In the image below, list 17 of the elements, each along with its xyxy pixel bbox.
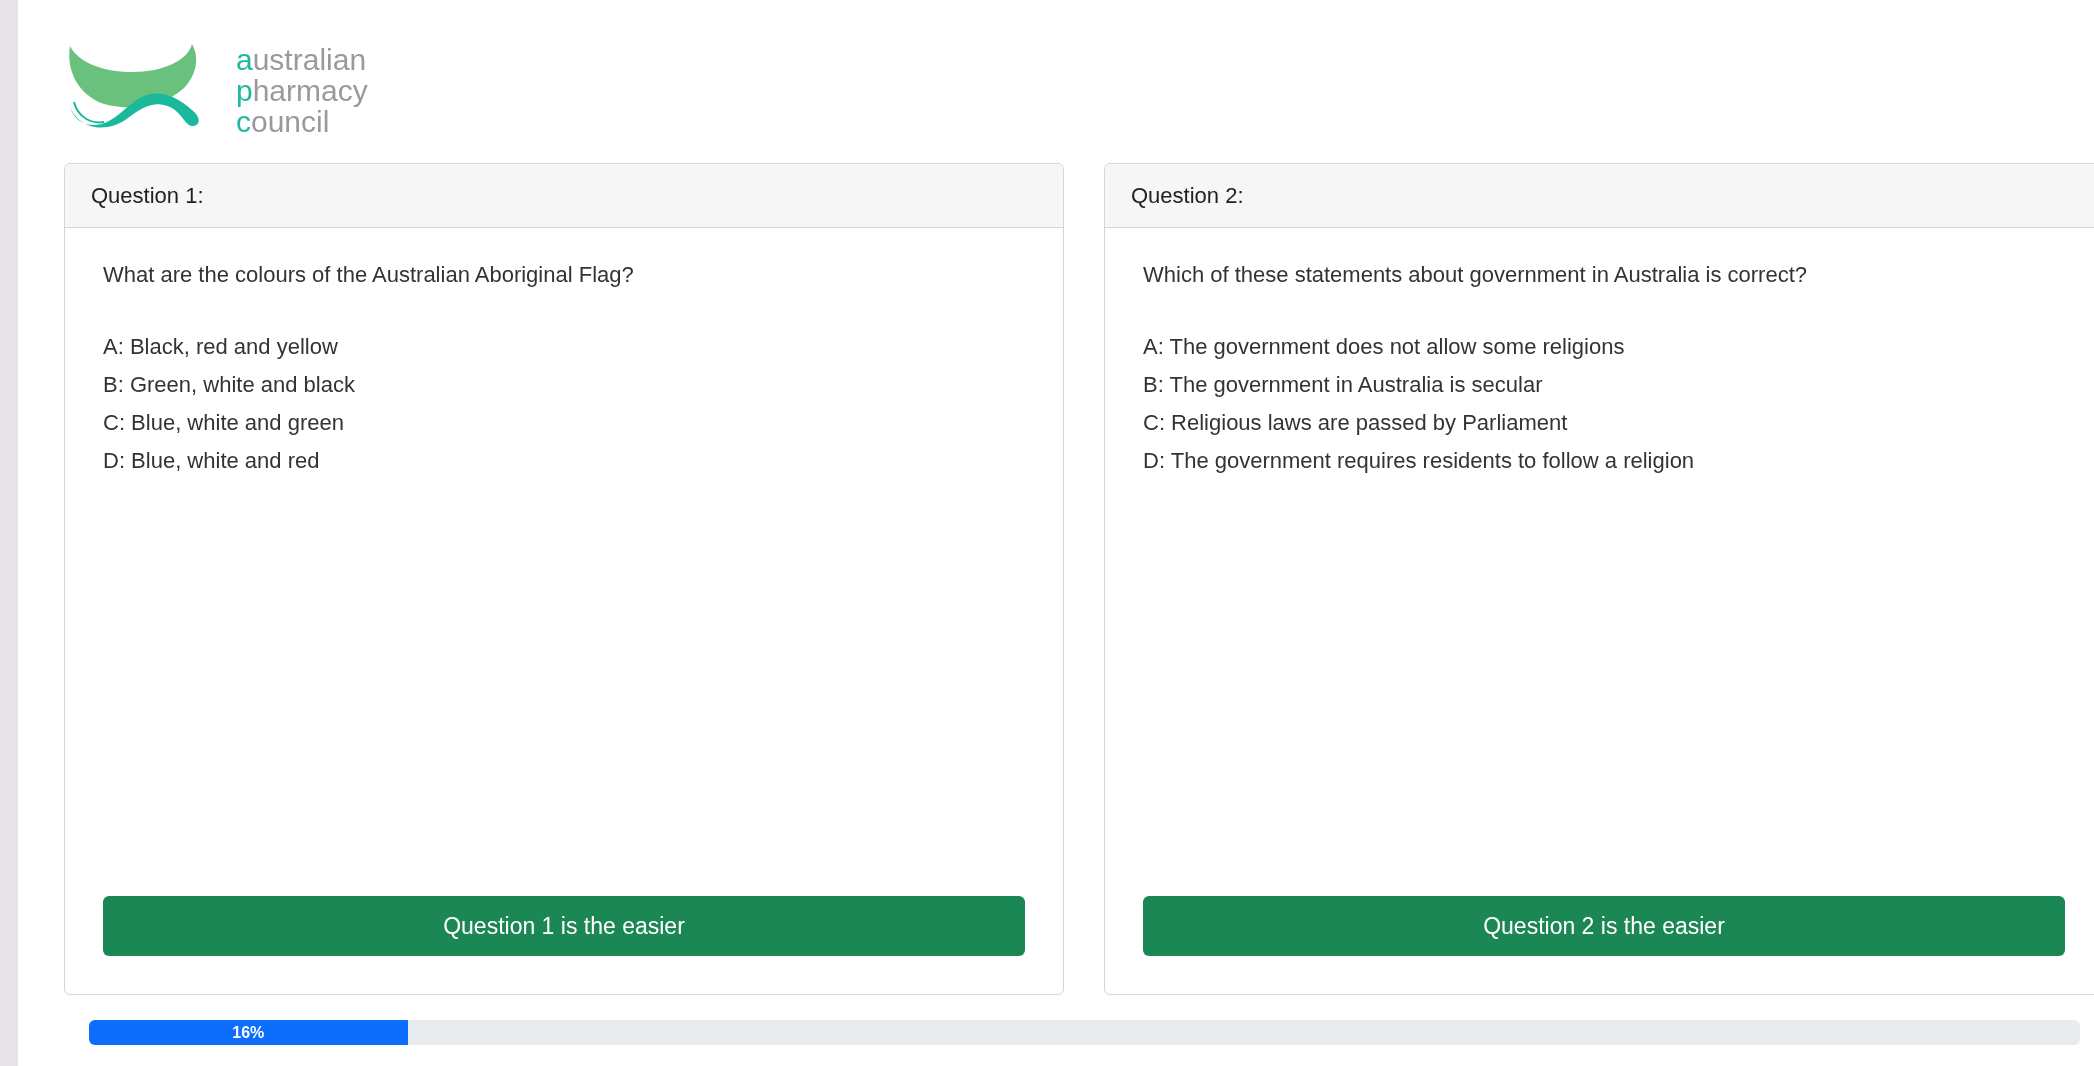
logo-text: australian: [236, 43, 368, 75]
logo-text: pharmacy: [236, 74, 368, 106]
answer-option: B: Green, white and black: [103, 366, 1025, 404]
card-header: Question 1:: [65, 164, 1063, 228]
answer-option: A: The government does not allow some religions: [1143, 328, 2065, 366]
choose-button[interactable]: Question 1 is the easier: [103, 896, 1025, 956]
answer-option: C: Religious laws are passed by Parliament: [1143, 404, 2065, 442]
answer-option: B: The government in Australia is secular: [1143, 366, 2065, 404]
choose-button[interactable]: Question 2 is the easier: [1143, 896, 2065, 956]
answer-option: D: The government requires residents to follow a religion: [1143, 442, 2065, 480]
progress-fill: 16%: [89, 1020, 408, 1045]
answer-option: C: Blue, white and green: [103, 404, 1025, 442]
question-text: What are the colours of the Australian Aboriginal Flag?: [103, 262, 635, 288]
question-text: Which of these statements about government in Australia is correct?: [1143, 262, 1808, 288]
card-header: Question 2:: [1105, 164, 2094, 228]
answer-option: D: Blue, white and red: [103, 442, 1025, 480]
answer-option: A: Black, red and yellow: [103, 328, 1025, 366]
